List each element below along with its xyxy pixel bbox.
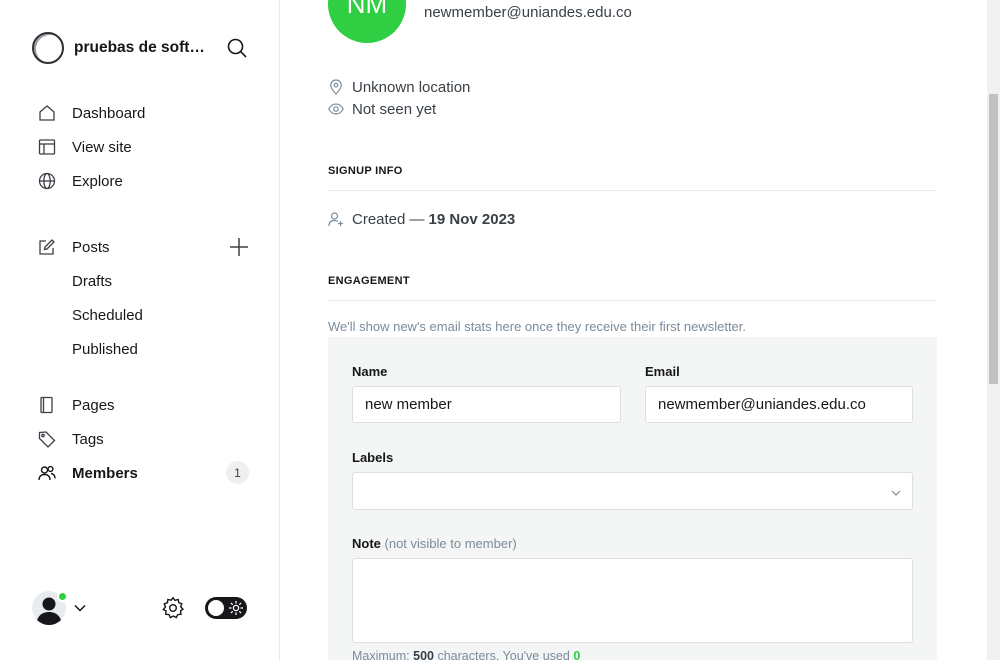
member-email: newmember@uniandes.edu.co <box>424 4 632 21</box>
member-last-seen: Not seen yet <box>328 99 436 119</box>
note-hint: (not visible to member) <box>384 536 517 551</box>
nav-label: Pages <box>72 396 115 414</box>
signup-info-heading: SIGNUP INFO <box>328 165 403 177</box>
theme-toggle[interactable] <box>205 597 247 619</box>
char-used: 0 <box>573 649 581 660</box>
sidebar: pruebas de software Dashboard View site … <box>0 0 280 660</box>
char-prefix: Maximum: <box>352 649 410 660</box>
char-mid: characters. You've used <box>437 649 570 660</box>
chevron-down-icon <box>890 486 902 498</box>
note-textarea[interactable] <box>352 558 913 643</box>
last-seen-text: Not seen yet <box>352 100 437 118</box>
nav-label: Tags <box>72 430 104 448</box>
email-label: Email <box>645 364 680 379</box>
note-label: Note (not visible to member) <box>352 536 517 551</box>
note-label-text: Note <box>352 536 381 551</box>
member-detail: NM newmember@uniandes.edu.co Unknown loc… <box>280 0 987 660</box>
created-label: Created — <box>352 210 425 228</box>
page-icon <box>38 396 56 414</box>
location-pin-icon <box>328 79 344 95</box>
nav-subitem-scheduled[interactable]: Scheduled <box>72 302 143 328</box>
toggle-knob <box>208 600 224 616</box>
nav-item-explore[interactable]: Explore <box>38 168 123 194</box>
new-post-plus-icon[interactable] <box>229 237 249 257</box>
created-date: 19 Nov 2023 <box>428 210 516 228</box>
nav-item-dashboard[interactable]: Dashboard <box>38 100 145 126</box>
char-max: 500 <box>413 649 434 660</box>
nav-item-members[interactable]: Members <box>38 460 138 486</box>
chevron-down-icon[interactable] <box>73 601 87 615</box>
eye-icon <box>328 101 344 117</box>
member-avatar: NM <box>328 0 406 43</box>
member-location: Unknown location <box>328 77 470 97</box>
members-count-badge: 1 <box>226 461 249 484</box>
house-icon <box>38 104 56 122</box>
nav-subitem-published[interactable]: Published <box>72 336 138 362</box>
tag-icon <box>38 430 56 448</box>
name-input[interactable] <box>352 386 621 423</box>
nav-label: Dashboard <box>72 104 146 122</box>
nav-item-posts[interactable]: Posts <box>38 234 110 260</box>
divider <box>328 300 937 301</box>
layout-icon <box>38 138 56 156</box>
online-status-dot <box>57 591 68 602</box>
site-brand[interactable]: pruebas de software <box>32 32 252 64</box>
site-logo <box>32 32 64 64</box>
created-row: Created — 19 Nov 2023 <box>328 209 515 229</box>
nav-label: Posts <box>72 238 110 256</box>
site-name: pruebas de software <box>74 39 206 56</box>
scrollbar[interactable] <box>987 0 1000 660</box>
pencil-icon <box>38 238 56 256</box>
nav-label: View site <box>72 138 132 156</box>
nav-item-tags[interactable]: Tags <box>38 426 104 452</box>
members-icon <box>38 464 56 482</box>
search-icon[interactable] <box>226 37 248 59</box>
member-form: Name Email Labels Note (not visible to m… <box>328 337 937 660</box>
labels-label: Labels <box>352 450 394 465</box>
divider <box>328 190 937 191</box>
nav-item-pages[interactable]: Pages <box>38 392 115 418</box>
nav-item-view-site[interactable]: View site <box>38 134 132 160</box>
nav-label: Members <box>72 464 138 482</box>
user-add-icon <box>328 211 344 227</box>
nav-subitem-drafts[interactable]: Drafts <box>72 268 112 294</box>
scrollbar-thumb[interactable] <box>989 94 998 384</box>
email-input[interactable] <box>645 386 913 423</box>
globe-icon <box>38 172 56 190</box>
name-label: Name <box>352 364 388 379</box>
location-text: Unknown location <box>352 78 471 96</box>
engagement-note: We'll show new's email stats here once t… <box>328 319 747 334</box>
sun-icon <box>228 600 244 616</box>
labels-select[interactable] <box>352 472 913 510</box>
engagement-heading: ENGAGEMENT <box>328 275 410 287</box>
char-counter: Maximum: 500 characters. You've used 0 <box>352 649 580 660</box>
nav-label: Explore <box>72 172 123 190</box>
gear-icon[interactable] <box>161 596 185 620</box>
